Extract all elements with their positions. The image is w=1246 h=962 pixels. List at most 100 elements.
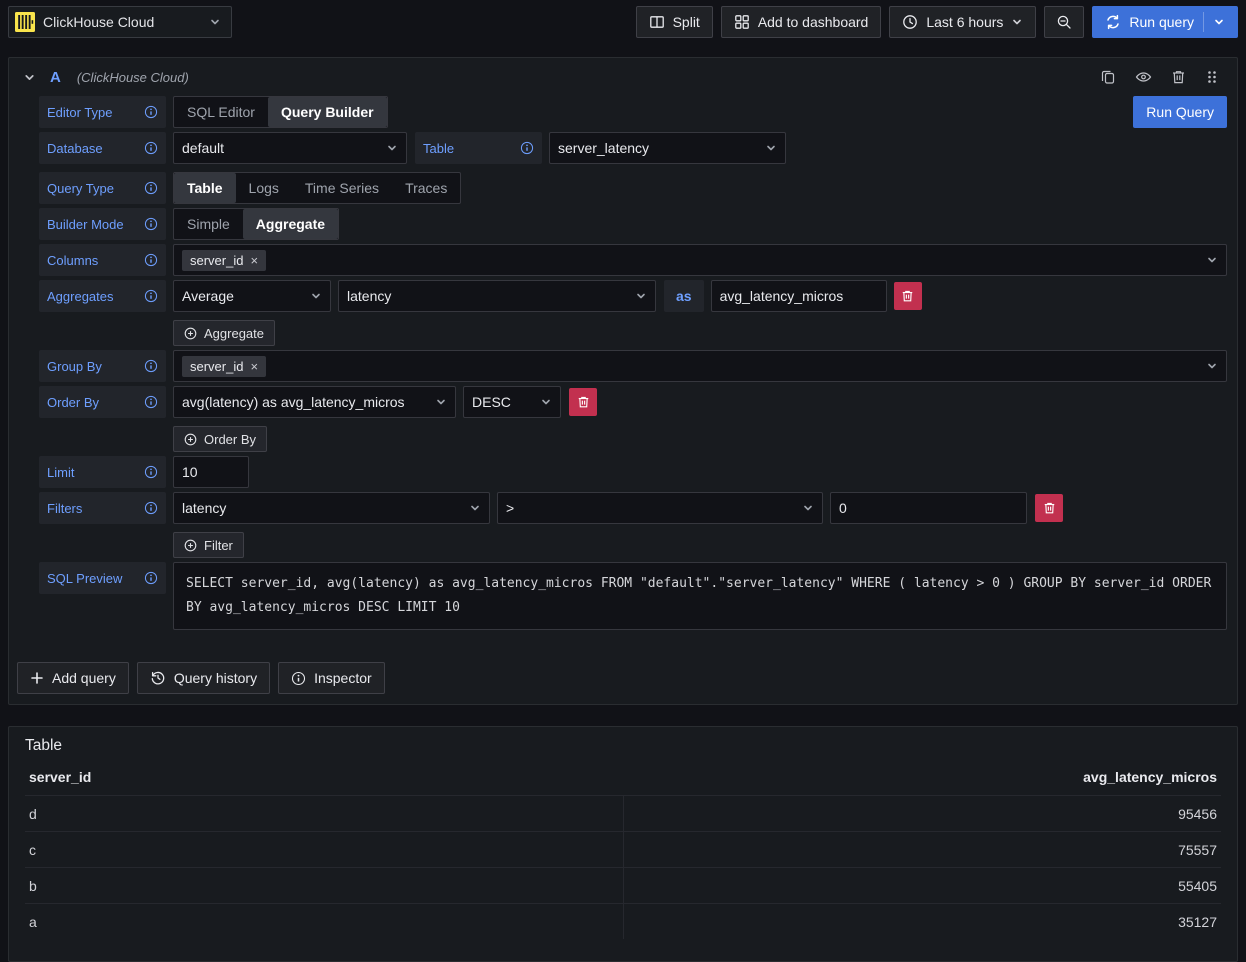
editor-type-toggle: SQL Editor Query Builder [173,96,388,128]
group-by-multiselect[interactable]: server_id × [173,350,1227,382]
add-order-by-button[interactable]: Order By [173,426,267,452]
table-row[interactable]: b 55405 [25,867,1221,903]
chevron-down-icon [427,396,447,408]
builder-mode-option-simple[interactable]: Simple [174,209,243,239]
aggregate-column-select[interactable]: latency [338,280,656,312]
add-filter-button[interactable]: Filter [173,532,244,558]
datasource-picker[interactable]: ClickHouse Cloud [8,6,232,38]
inspector-button[interactable]: Inspector [278,662,385,694]
table-result-panel: Table server_id avg_latency_micros d 954… [8,726,1238,962]
query-type-option-traces[interactable]: Traces [392,173,460,203]
chevron-down-icon [627,290,647,302]
sql-preview-code: SELECT server_id, avg(latency) as avg_la… [173,562,1227,630]
sync-icon [1105,14,1121,30]
table-row[interactable]: d 95456 [25,795,1221,831]
run-query-label: Run query [1129,14,1194,30]
column-header-server-id[interactable]: server_id [25,769,623,785]
add-to-dashboard-button[interactable]: Add to dashboard [721,6,882,38]
query-type-option-table[interactable]: Table [174,173,236,203]
aggregate-column-value: latency [347,288,391,304]
query-editor-panel: A (ClickHouse Cloud) Editor Type SQL Edi… [8,57,1238,705]
split-label: Split [673,14,700,30]
filter-value-input[interactable]: 0 [830,492,1027,524]
order-by-direction-select[interactable]: DESC [463,386,561,418]
table-row[interactable]: a 35127 [25,903,1221,939]
row-builder-mode: Builder Mode Simple Aggregate [39,208,1227,240]
info-icon[interactable] [144,571,158,585]
row-query-type: Query Type Table Logs Time Series Traces [39,172,1227,204]
info-icon[interactable] [144,289,158,303]
chevron-down-icon [1011,16,1023,28]
sql-preview-text: SELECT server_id, avg(latency) as avg_la… [186,576,1211,615]
query-type-option-logs[interactable]: Logs [236,173,292,203]
info-icon[interactable] [144,465,158,479]
remove-filter-button[interactable] [1035,494,1063,522]
chevron-down-icon[interactable] [1203,12,1225,32]
editor-type-option-query-builder[interactable]: Query Builder [268,97,387,127]
remove-aggregate-button[interactable] [894,282,922,310]
aggregate-function-select[interactable]: Average [173,280,331,312]
filter-column-select[interactable]: latency [173,492,490,524]
add-aggregate-button[interactable]: Aggregate [173,320,275,346]
zoom-out-icon [1056,14,1072,30]
filter-value: 0 [839,500,847,516]
duplicate-query-icon[interactable] [1100,69,1116,85]
top-toolbar: ClickHouse Cloud Split Add to dashboard … [0,0,1246,44]
limit-input[interactable]: 10 [173,456,249,488]
chevron-down-icon [794,502,814,514]
filter-operator-select[interactable]: > [497,492,823,524]
editor-run-query-button[interactable]: Run Query [1133,96,1227,128]
query-type-option-time-series[interactable]: Time Series [292,173,392,203]
remove-order-by-button[interactable] [569,388,597,416]
group-by-chip: server_id × [182,356,266,377]
chevron-down-icon [209,16,221,28]
time-range-picker[interactable]: Last 6 hours [889,6,1036,38]
builder-mode-label: Builder Mode [39,208,166,240]
info-icon[interactable] [144,253,158,267]
run-query-button[interactable]: Run query [1092,6,1238,38]
column-header-avg-latency-micros[interactable]: avg_latency_micros [623,769,1221,785]
delete-query-trash-icon[interactable] [1171,69,1186,85]
aggregates-label: Aggregates [39,280,166,312]
remove-chip-icon[interactable]: × [250,254,258,267]
query-ref-id[interactable]: A [50,69,61,86]
table-label: Table [415,132,542,164]
builder-mode-option-aggregate[interactable]: Aggregate [243,209,338,239]
query-type-label: Query Type [39,172,166,204]
info-icon[interactable] [144,141,158,155]
row-aggregates: Aggregates Average latency as avg_latenc… [39,280,1227,312]
database-value: default [182,140,224,156]
order-by-label: Order By [39,386,166,418]
chevron-down-icon [378,142,398,154]
info-icon[interactable] [144,501,158,515]
row-order-by: Order By avg(latency) as avg_latency_mic… [39,386,1227,418]
query-header-actions [1100,69,1219,85]
editor-type-option-sql-editor[interactable]: SQL Editor [174,97,268,127]
table-row[interactable]: c 75557 [25,831,1221,867]
trash-icon [577,395,590,409]
info-icon[interactable] [144,105,158,119]
split-button[interactable]: Split [636,6,713,38]
drag-handle-icon[interactable] [1205,69,1219,85]
query-history-button[interactable]: Query history [137,662,270,694]
hide-query-eye-icon[interactable] [1135,69,1152,85]
aggregate-alias-value: avg_latency_micros [720,288,844,304]
info-icon[interactable] [144,395,158,409]
info-icon[interactable] [144,181,158,195]
table-select[interactable]: server_latency [549,132,786,164]
aggregate-alias-input[interactable]: avg_latency_micros [711,280,887,312]
info-icon[interactable] [520,141,534,155]
info-icon[interactable] [144,359,158,373]
columns-multiselect[interactable]: server_id × [173,244,1227,276]
zoom-out-button[interactable] [1044,6,1084,38]
database-select[interactable]: default [173,132,407,164]
add-query-button[interactable]: Add query [17,662,129,694]
remove-chip-icon[interactable]: × [250,360,258,373]
order-by-field-select[interactable]: avg(latency) as avg_latency_micros [173,386,456,418]
info-icon[interactable] [144,217,158,231]
query-builder-form: Editor Type SQL Editor Query Builder Run… [9,96,1237,634]
cell-server-id: d [25,796,623,831]
filter-operator-value: > [506,500,514,516]
cell-server-id: a [25,904,623,939]
collapse-chevron-icon[interactable] [23,71,36,84]
